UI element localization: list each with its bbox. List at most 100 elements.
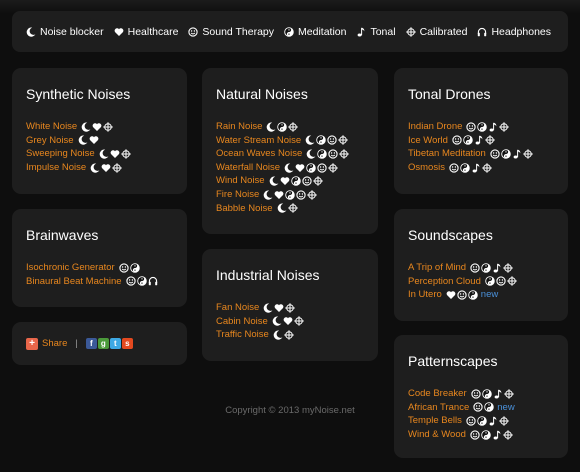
feature-icons [449, 162, 492, 173]
crosshair-icon [503, 262, 513, 273]
note-icon [493, 389, 503, 399]
new-badge: new [480, 289, 499, 301]
noise-link[interactable]: Waterfall Noise [216, 161, 280, 175]
feature-icons [485, 276, 517, 287]
note-icon [474, 135, 484, 145]
noise-link[interactable]: In Utero [408, 288, 442, 302]
yinyang-icon [136, 276, 147, 287]
card-brainwaves: Brainwaves Isochronic Generator Binaural B… [12, 209, 187, 307]
noise-list-item: Traffic Noise [216, 328, 378, 342]
moon-icon [78, 135, 88, 146]
feature-icons [99, 149, 131, 159]
crosshair-icon [405, 26, 416, 37]
heart-icon [114, 27, 124, 37]
noise-list-item: Indian Drone [408, 120, 568, 134]
crosshair-icon [285, 302, 296, 313]
noise-link[interactable]: Osmosis [408, 161, 445, 175]
yinyang-icon [463, 135, 473, 146]
share-plus-icon[interactable]: + [26, 337, 38, 350]
noise-list-item: Cabin Noise [216, 315, 378, 329]
card-title: Brainwaves [26, 227, 99, 243]
noise-link[interactable]: Fan Noise [216, 301, 259, 315]
noise-link[interactable]: Fire Noise [216, 188, 259, 202]
moon-icon [26, 27, 36, 37]
feature-icons [119, 263, 140, 273]
facebook-icon[interactable]: f [85, 338, 97, 349]
noise-list-item: Temple Bells [408, 414, 568, 428]
stumbleupon-icon[interactable]: s [121, 338, 133, 349]
yinyang-icon [284, 26, 294, 37]
legend-item-heart: Healthcare [114, 26, 178, 38]
twitter-icon[interactable]: t [109, 338, 121, 349]
google-icon[interactable]: g [97, 338, 109, 349]
legend-item-crosshair: Calibrated [405, 25, 468, 38]
feature-icons [273, 330, 294, 340]
smile-icon [452, 135, 462, 146]
smile-icon [473, 402, 483, 413]
smile-icon [470, 389, 481, 399]
noise-link[interactable]: Ocean Waves Noise [216, 147, 302, 161]
heart-icon [274, 303, 284, 313]
card-patternscapes: Patternscapes Code Breaker African Trance n… [394, 335, 568, 458]
noise-link[interactable]: Indian Drone [408, 120, 462, 134]
noise-list-item: Isochronic Generator [26, 261, 187, 275]
yinyang-icon [481, 429, 491, 440]
heart-icon [295, 163, 305, 173]
crosshair-icon [503, 388, 514, 399]
noise-link[interactable]: Sweeping Noise [26, 147, 95, 161]
legend-label: Calibrated [419, 25, 468, 38]
legend-item-note: Tonal [356, 26, 396, 38]
noise-link[interactable]: Binaural Beat Machine [26, 275, 122, 289]
noise-link[interactable]: African Trance [408, 401, 469, 415]
card-synthetic-noises: Synthetic Noises White Noise Grey Noise Swe… [12, 68, 187, 194]
noise-link[interactable]: Rain Noise [216, 120, 262, 134]
noise-link[interactable]: A Trip of Mind [408, 261, 466, 275]
noise-link[interactable]: Traffic Noise [216, 328, 269, 342]
noise-link[interactable]: Water Stream Noise [216, 134, 301, 148]
noise-list-item: Waterfall Noise [216, 161, 378, 175]
smile-icon [296, 190, 306, 200]
noise-list-item: African Trance new [408, 401, 568, 415]
noise-link[interactable]: White Noise [26, 120, 77, 134]
noise-link[interactable]: Wind & Wood [408, 428, 466, 442]
legend-label: Sound Therapy [202, 25, 275, 38]
noise-list-item: Rain Noise [216, 120, 378, 134]
yinyang-icon [285, 190, 296, 200]
crosshair-icon [293, 316, 304, 327]
noise-link[interactable]: Tibetan Meditation [408, 147, 486, 161]
noise-link[interactable]: Cabin Noise [216, 315, 268, 329]
crosshair-icon [112, 162, 123, 173]
noise-link[interactable]: Impulse Noise [26, 161, 86, 175]
noise-link[interactable]: Isochronic Generator [26, 261, 115, 275]
feature-icons [466, 416, 509, 426]
noise-list-item: Ocean Waves Noise [216, 147, 378, 161]
noise-link[interactable]: Wind Noise [216, 174, 265, 188]
note-icon [488, 122, 498, 132]
card-title: Patternscapes [408, 353, 498, 369]
share-link[interactable]: Share [42, 338, 67, 349]
moon-icon [269, 176, 279, 186]
crosshair-icon [283, 330, 294, 340]
noise-link[interactable]: Code Breaker [408, 387, 467, 401]
moon-icon [272, 316, 282, 327]
noise-link[interactable]: Temple Bells [408, 414, 462, 428]
note-icon [488, 416, 498, 426]
legend-label: Meditation [298, 25, 347, 38]
noise-link[interactable]: Ice World [408, 134, 448, 148]
crosshair-icon [523, 149, 533, 159]
noise-link[interactable]: Grey Noise [26, 134, 74, 148]
feature-icons [272, 316, 304, 327]
yinyang-icon [129, 263, 140, 273]
feature-icons [470, 388, 514, 399]
noise-list-item: White Noise [26, 120, 187, 134]
noise-link[interactable]: Babble Noise [216, 202, 273, 216]
noise-list-item: Grey Noise [26, 134, 187, 148]
crosshair-icon [287, 203, 298, 214]
feature-icons [473, 402, 495, 413]
smile-icon [457, 290, 467, 300]
crosshair-icon [103, 121, 114, 132]
noise-list-item: Wind Noise [216, 174, 378, 188]
noise-link[interactable]: Perception Cloud [408, 275, 481, 289]
crosshair-icon [485, 135, 495, 146]
yinyang-icon [468, 290, 478, 300]
